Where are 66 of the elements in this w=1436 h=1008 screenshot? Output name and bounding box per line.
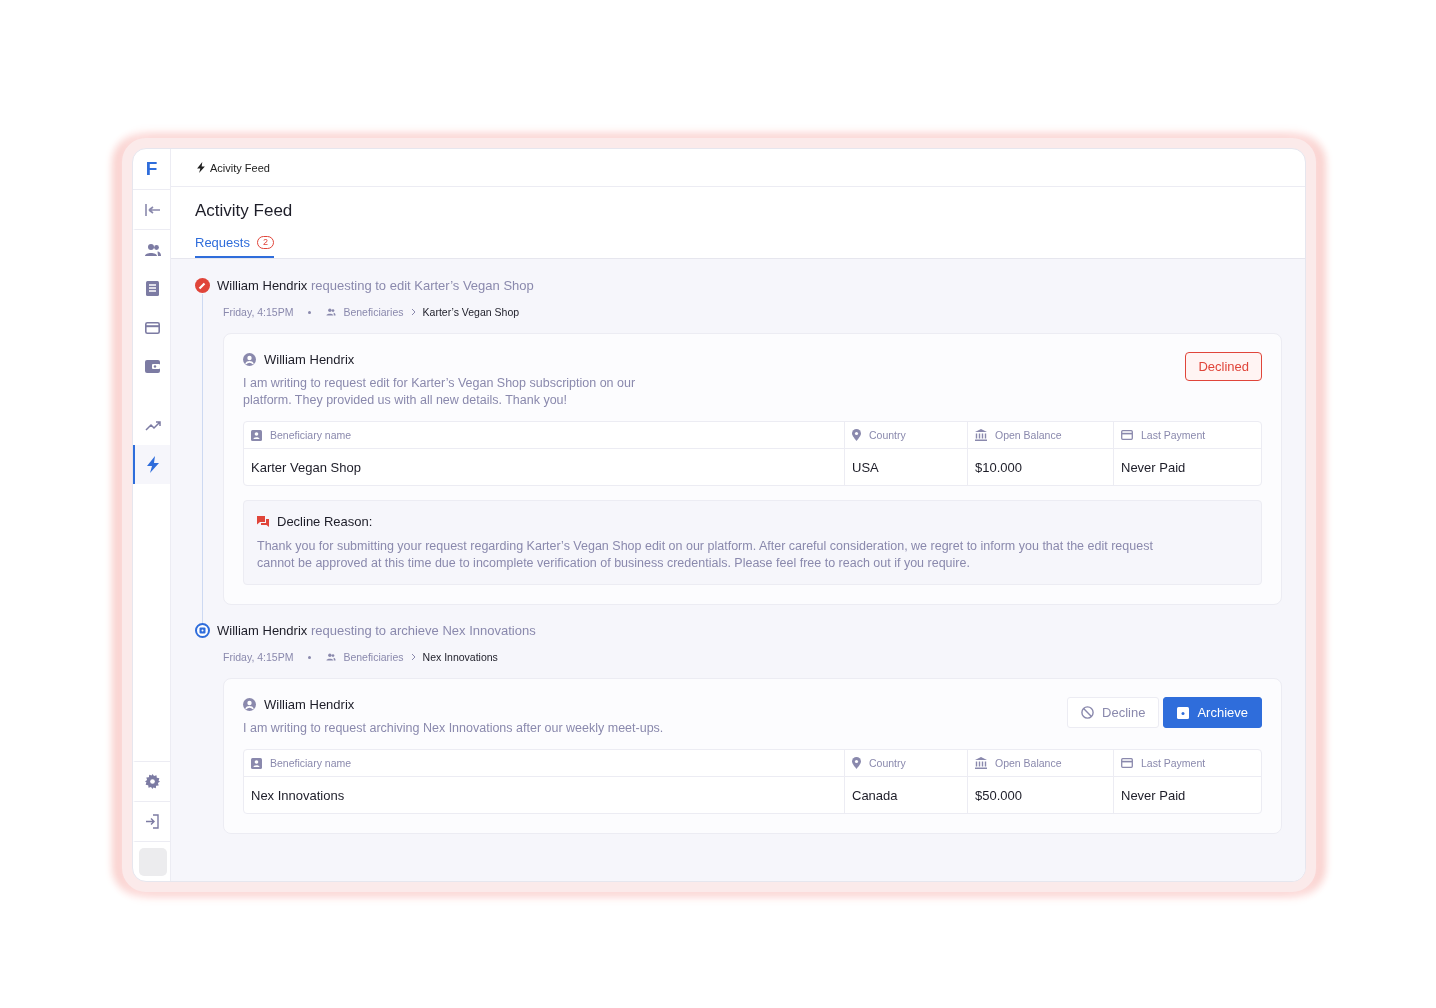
logo[interactable]: F (133, 149, 170, 190)
decline-reason-text: Thank you for submitting your request regarding Karter’s Vegan Shop edit on our platform. After careful consideration, we regret to inform you that the edit request cannot be approved at this time due to incomplete verification of business credentials. Please feel free to reach out if you require. (257, 538, 1154, 572)
breadcrumb-current: Karter’s Vegan Shop (422, 306, 520, 318)
trend-icon[interactable] (144, 420, 161, 431)
author-name: William Hendrix (264, 352, 355, 367)
request-message: I am writing to request archiving Nex Innovations after our weekly meet-ups. (243, 720, 664, 737)
location-pin-icon (852, 757, 861, 769)
credit-card-icon[interactable] (145, 321, 160, 334)
logout-icon[interactable] (145, 814, 160, 829)
column-header: Last Payment (1141, 429, 1206, 441)
prohibited-icon (1081, 706, 1095, 719)
bolt-icon (197, 162, 205, 173)
table-cell: $10.000 (975, 459, 1022, 475)
breadcrumb-current: Nex Innovations (422, 651, 498, 663)
chevron-right-icon (410, 308, 416, 316)
credit-card-icon (1121, 430, 1133, 440)
archive-icon (1177, 706, 1190, 719)
credit-card-icon (1121, 758, 1133, 768)
column-header: Beneficiary name (270, 429, 352, 441)
user-avatar-icon (243, 353, 256, 366)
request-title: William Hendrix requesting to archieve Nex Innovations (217, 623, 536, 638)
decline-button[interactable]: Decline (1067, 697, 1160, 728)
table-cell: Never Paid (1121, 459, 1186, 475)
users-icon[interactable] (144, 242, 161, 257)
timestamp: Friday, 4:15PM (223, 651, 294, 663)
breadcrumb: Acivity Feed (210, 161, 270, 174)
settings-icon[interactable] (145, 774, 160, 789)
bolt-icon[interactable] (146, 456, 159, 473)
request-title: William Hendrix requesting to edit Karter’s Vegan Shop (217, 278, 534, 293)
request-message: I am writing to request edit for Karter’s Vegan Shop subscription on our platform. They provided us with all new details. Thank you! (243, 375, 637, 409)
column-header: Country (869, 429, 906, 441)
collapse-icon[interactable] (144, 202, 161, 217)
table-cell: Canada (852, 787, 898, 803)
table-cell: Karter Vegan Shop (251, 459, 361, 475)
archive-button[interactable]: Archieve (1163, 697, 1262, 728)
contact-card-icon (251, 757, 262, 769)
decline-reason-title: Decline Reason: (277, 514, 373, 529)
column-header: Beneficiary name (270, 757, 352, 769)
user-avatar-icon (243, 698, 256, 711)
archive-icon (195, 623, 210, 638)
chevron-right-icon (410, 653, 416, 661)
contact-card-icon (251, 429, 262, 441)
chat-bubbles-icon (257, 516, 269, 527)
column-header: Open Balance (995, 757, 1062, 769)
page-title: Activity Feed (195, 201, 294, 221)
wallet-icon[interactable] (145, 360, 160, 373)
status-badge: Declined (1185, 352, 1262, 381)
table-cell: Nex Innovations (251, 787, 345, 803)
users-icon (326, 653, 337, 661)
breadcrumb-link[interactable]: Beneficiaries (343, 306, 404, 318)
table-cell: USA (852, 459, 879, 475)
document-icon[interactable] (146, 281, 159, 296)
table-cell: Never Paid (1121, 787, 1186, 803)
column-header: Open Balance (995, 429, 1062, 441)
breadcrumb-link[interactable]: Beneficiaries (343, 651, 404, 663)
table-cell: $50.000 (975, 787, 1022, 803)
author-name: William Hendrix (264, 697, 355, 712)
users-icon (326, 308, 337, 316)
column-header: Country (869, 757, 906, 769)
timestamp: Friday, 4:15PM (223, 306, 294, 318)
bank-icon (975, 429, 987, 441)
bank-icon (975, 757, 987, 769)
column-header: Last Payment (1141, 757, 1206, 769)
pencil-icon (195, 278, 210, 293)
sidebar-item-selected[interactable] (133, 445, 170, 484)
location-pin-icon (852, 429, 861, 441)
